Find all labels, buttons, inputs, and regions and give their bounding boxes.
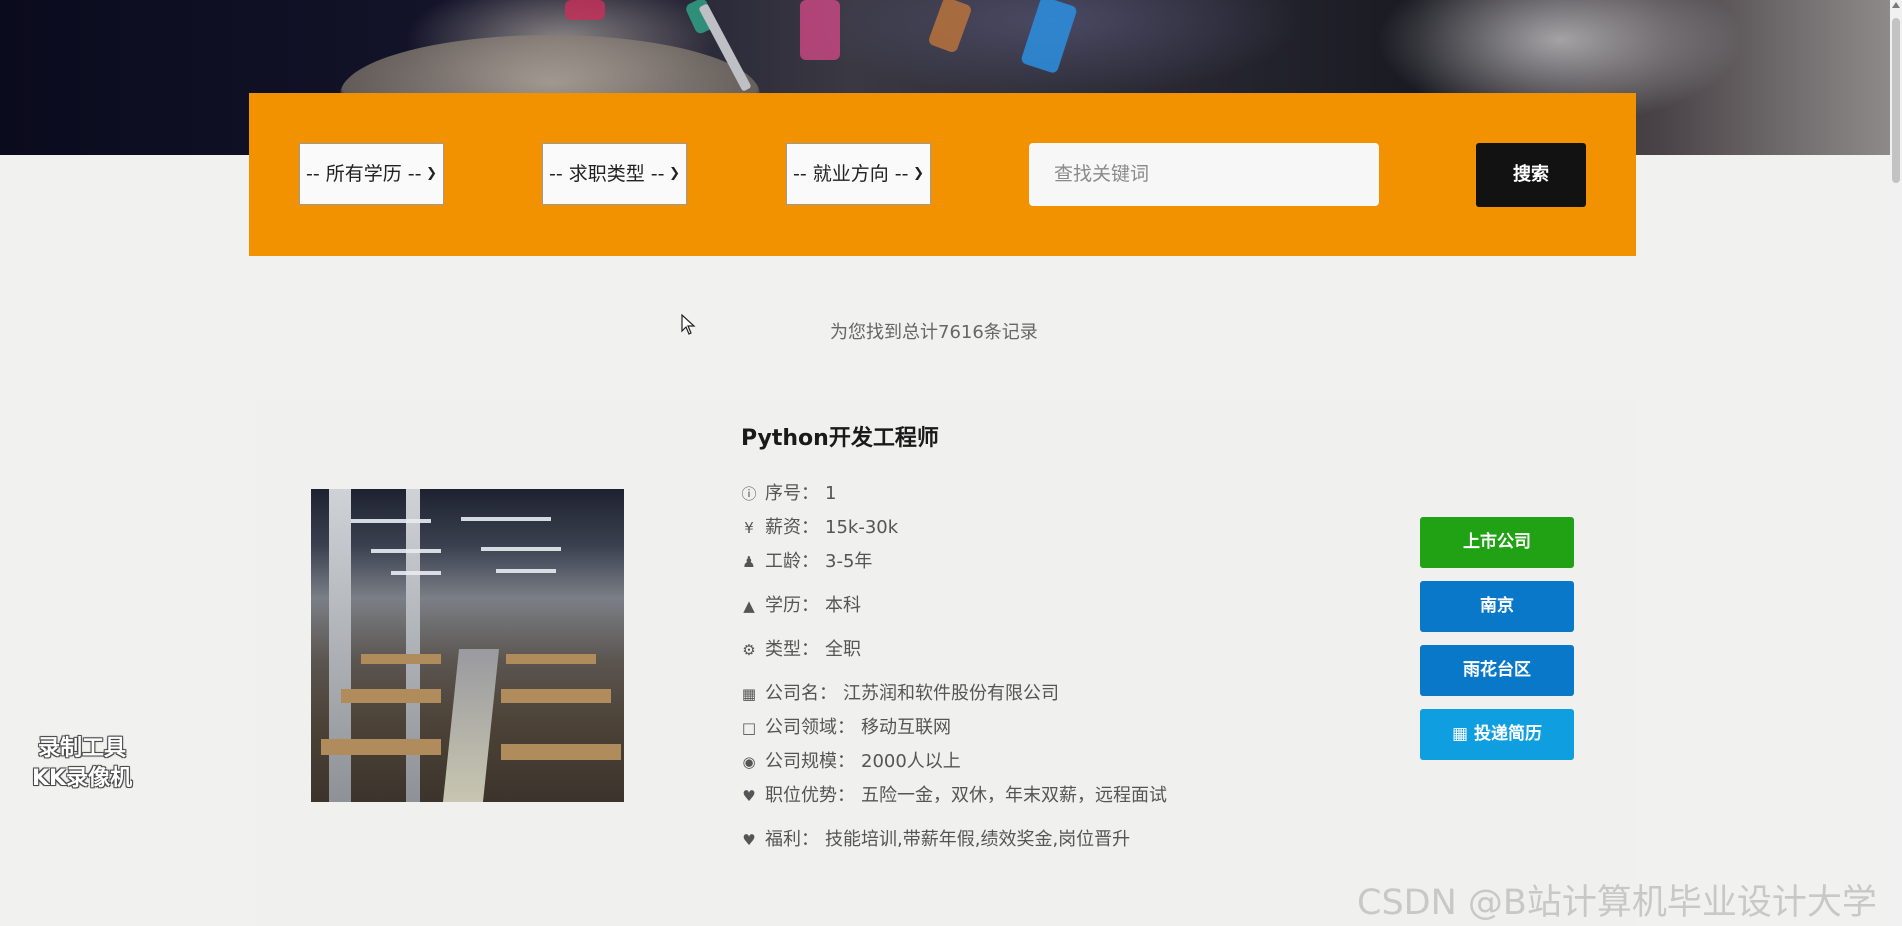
result-count-text: 为您找到总计7616条记录 — [830, 322, 1038, 343]
compass-icon: ◉ — [742, 753, 756, 771]
job-field-row: ♥ 职位优势： 五险一金，双休，年末双薪，远程面试 — [740, 781, 1167, 807]
field-value: 2000人以上 — [861, 751, 961, 772]
recorder-watermark-line1: 录制工具 — [38, 736, 127, 761]
yen-icon: ¥ — [744, 519, 754, 537]
field-label: 工龄： — [765, 551, 819, 572]
keyword-placeholder: 查找关键词 — [1054, 163, 1150, 185]
apply-resume-label: 投递简历 — [1473, 724, 1542, 744]
info-icon: ⓘ — [741, 485, 757, 503]
field-label: 公司规模： — [765, 751, 855, 772]
job-field-row: ♟ 工龄： 3-5年 — [740, 547, 872, 573]
keyword-search-input[interactable]: 查找关键词 — [1029, 143, 1379, 206]
hero-decoration — [800, 0, 840, 60]
heart-icon: ♥ — [742, 831, 756, 849]
apply-resume-button[interactable]: ▦ 投递简历 — [1420, 709, 1574, 760]
field-label: 序号： — [765, 483, 819, 504]
field-value: 3-5年 — [825, 551, 873, 572]
user-icon: ♟ — [742, 553, 756, 571]
job-field-row: ⓘ 序号： 1 — [740, 479, 836, 505]
hero-decoration — [927, 0, 973, 54]
heart-icon: ♥ — [742, 787, 756, 805]
job-field-row: ▦ 公司名： 江苏润和软件股份有限公司 — [740, 679, 1059, 705]
recorder-watermark: 录制工具 KK录像机 — [32, 734, 132, 794]
hero-decoration — [565, 0, 605, 20]
job-title[interactable]: Python开发工程师 — [741, 420, 939, 452]
job-type-select[interactable]: -- 求职类型 -- ❯ — [542, 143, 687, 205]
graduation-cap-icon: ▲ — [743, 597, 755, 615]
field-label: 公司领域： — [765, 717, 855, 738]
field-value: 移动互联网 — [861, 717, 951, 738]
listed-company-button[interactable]: 上市公司 — [1420, 517, 1574, 568]
search-button[interactable]: 搜索 — [1476, 143, 1586, 207]
direction-select-value: -- 就业方向 -- — [793, 163, 909, 185]
scrollbar-thumb[interactable] — [1892, 18, 1900, 183]
education-select[interactable]: -- 所有学历 -- ❯ — [299, 143, 444, 205]
hero-decoration — [1020, 0, 1078, 75]
calendar-icon: ▦ — [1452, 724, 1469, 744]
field-label: 职位优势： — [765, 785, 855, 806]
field-label: 学历： — [765, 595, 819, 616]
job-field-row: ♥ 福利： 技能培训,带薪年假,绩效奖金,岗位晋升 — [740, 825, 1130, 851]
chevron-down-icon: ❯ — [913, 166, 924, 181]
city-button[interactable]: 南京 — [1420, 581, 1574, 632]
field-value: 15k-30k — [825, 517, 899, 538]
field-label: 福利： — [765, 829, 819, 850]
district-button[interactable]: 雨花台区 — [1420, 645, 1574, 696]
direction-select[interactable]: -- 就业方向 -- ❯ — [786, 143, 931, 205]
job-field-row: ◉ 公司规模： 2000人以上 — [740, 747, 961, 773]
recorder-watermark-line2: KK录像机 — [32, 766, 133, 791]
field-value: 全职 — [825, 639, 861, 660]
scroll-up-arrow-icon[interactable] — [1892, 2, 1900, 8]
field-value: 技能培训,带薪年假,绩效奖金,岗位晋升 — [825, 829, 1131, 850]
chevron-down-icon: ❯ — [426, 166, 437, 181]
search-filter-bar: -- 所有学历 -- ❯ -- 求职类型 -- ❯ -- 就业方向 -- ❯ 查… — [249, 93, 1636, 256]
job-field-row: ⚙ 类型： 全职 — [740, 635, 861, 661]
building-icon: ▦ — [741, 685, 757, 703]
job-field-row: □ 公司领域： 移动互联网 — [740, 713, 951, 739]
education-select-value: -- 所有学历 -- — [306, 163, 422, 185]
gear-icon: ⚙ — [742, 641, 756, 659]
job-field-row: ¥ 薪资： 15k-30k — [740, 513, 898, 539]
field-label: 类型： — [765, 639, 819, 660]
field-value: 五险一金，双休，年末双薪，远程面试 — [861, 785, 1167, 806]
csdn-watermark: CSDN @B站计算机毕业设计大学 — [1357, 883, 1877, 923]
field-value: 本科 — [825, 595, 861, 616]
job-field-row: ▲ 学历： 本科 — [740, 591, 861, 617]
field-label: 薪资： — [765, 517, 819, 538]
field-value: 1 — [825, 483, 837, 504]
page-scrollbar[interactable] — [1890, 0, 1902, 926]
field-label: 公司名： — [765, 683, 837, 704]
chevron-down-icon: ❯ — [669, 166, 680, 181]
job-type-select-value: -- 求职类型 -- — [549, 163, 665, 185]
job-office-photo — [311, 489, 624, 802]
building-outline-icon: □ — [741, 719, 757, 737]
field-value: 江苏润和软件股份有限公司 — [843, 683, 1059, 704]
